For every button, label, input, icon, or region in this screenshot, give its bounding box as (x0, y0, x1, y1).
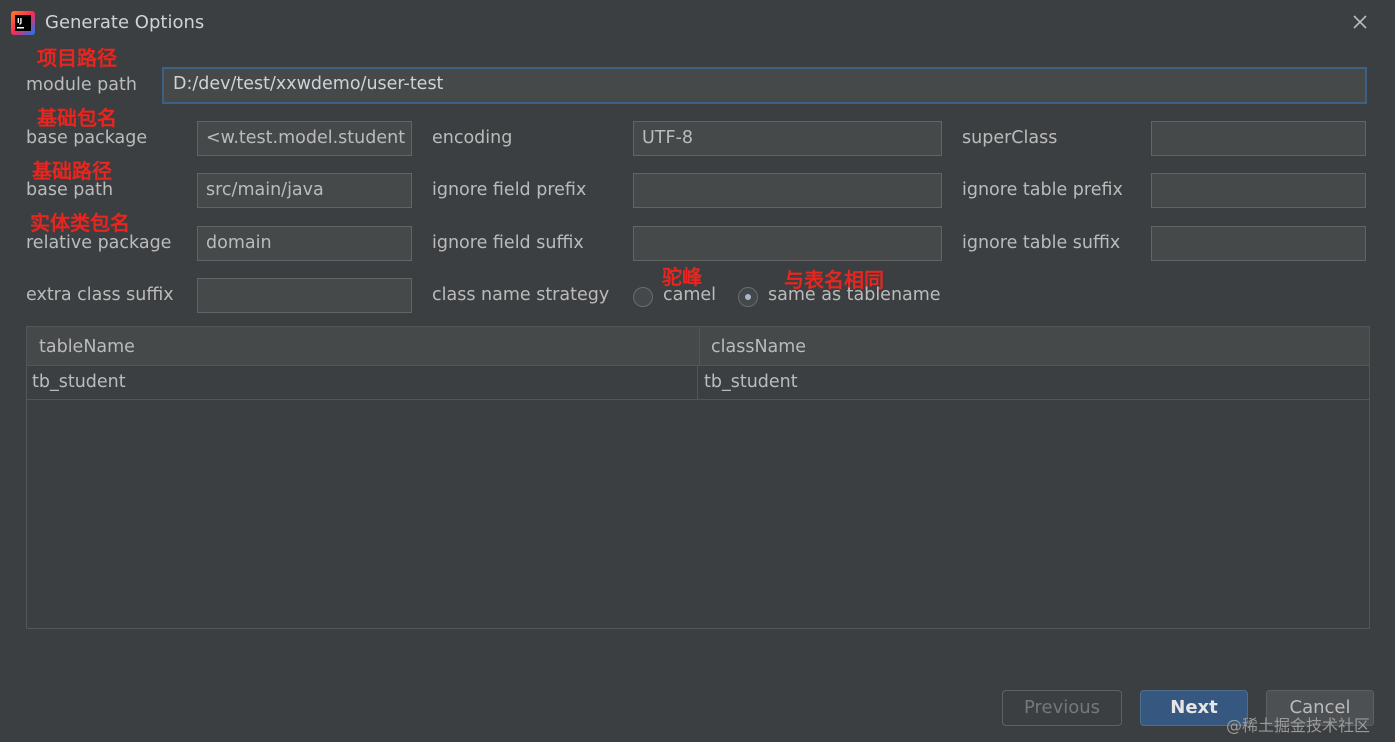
title-bar: IJ Generate Options (0, 0, 1395, 46)
ignore-table-prefix-label: ignore table prefix (962, 180, 1123, 200)
ignore-field-prefix-field[interactable] (633, 173, 942, 208)
table-row[interactable]: tb_student tb_student (27, 366, 1369, 400)
ignore-field-prefix-label: ignore field prefix (432, 180, 587, 200)
base-package-label: base package (26, 128, 148, 148)
relative-package-label: relative package (26, 233, 172, 253)
column-divider (699, 327, 700, 365)
ignore-field-suffix-field[interactable] (633, 226, 942, 261)
previous-button[interactable]: Previous (1002, 690, 1122, 726)
extra-class-suffix-field[interactable] (197, 278, 412, 313)
superclass-label: superClass (962, 128, 1058, 148)
table-header: tableName className (27, 327, 1369, 366)
base-package-field[interactable]: <w.test.model.student (197, 121, 412, 156)
extra-class-suffix-label: extra class suffix (26, 285, 174, 305)
table-mapping[interactable]: tableName className tb_student tb_studen… (26, 326, 1370, 629)
intellij-idea-icon: IJ (11, 11, 35, 35)
column-header-tablename[interactable]: tableName (39, 327, 135, 365)
watermark: @稀土掘金技术社区 (1226, 716, 1371, 735)
close-icon[interactable] (1349, 11, 1371, 33)
encoding-label: encoding (432, 128, 513, 148)
annotation-base-package: 基础包名 (37, 106, 117, 130)
table-cell-classname[interactable]: tb_student (704, 366, 798, 399)
camel-radio[interactable] (633, 287, 653, 307)
module-path-field[interactable]: D:/dev/test/xxwdemo/user-test (162, 67, 1367, 104)
annotation-relative-package: 实体类包名 (30, 211, 130, 235)
encoding-field[interactable]: UTF-8 (633, 121, 942, 156)
class-name-strategy-label: class name strategy (432, 285, 610, 305)
svg-text:IJ: IJ (17, 17, 22, 25)
same-as-tablename-radio-label[interactable]: same as tablename (768, 285, 941, 305)
ignore-table-suffix-field[interactable] (1151, 226, 1366, 261)
column-header-classname[interactable]: className (711, 327, 806, 365)
superclass-field[interactable] (1151, 121, 1366, 156)
relative-package-field[interactable]: domain (197, 226, 412, 261)
table-cell-tablename[interactable]: tb_student (32, 366, 126, 399)
cell-divider (697, 366, 698, 399)
module-path-label: module path (26, 75, 137, 95)
base-path-label: base path (26, 180, 114, 200)
camel-radio-label[interactable]: camel (663, 285, 716, 305)
window-title: Generate Options (45, 12, 205, 33)
base-path-field[interactable]: src/main/java (197, 173, 412, 208)
annotation-module-path: 项目路径 (37, 46, 117, 70)
same-as-tablename-radio[interactable] (738, 287, 758, 307)
ignore-table-prefix-field[interactable] (1151, 173, 1366, 208)
ignore-field-suffix-label: ignore field suffix (432, 233, 584, 253)
radio-selected-dot (745, 294, 751, 300)
ignore-table-suffix-label: ignore table suffix (962, 233, 1121, 253)
